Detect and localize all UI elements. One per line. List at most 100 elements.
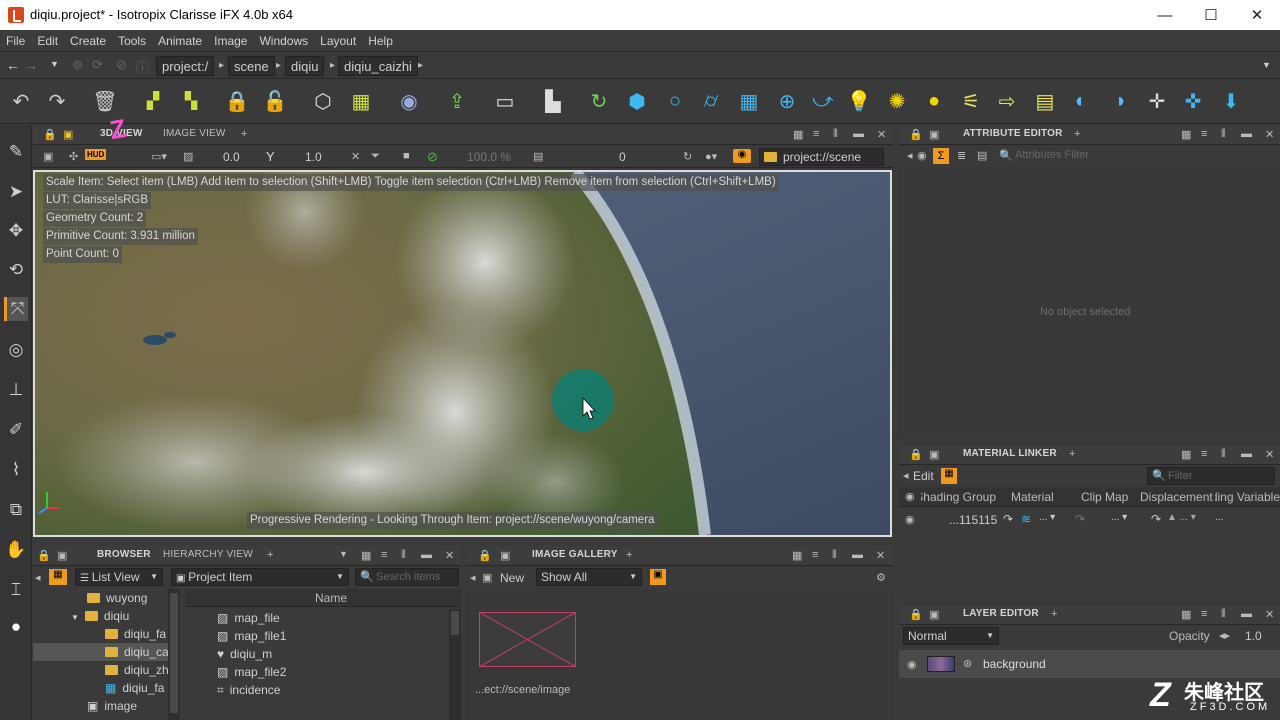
panel-menu-icon[interactable]: ▼: [339, 549, 348, 559]
edit-menu[interactable]: Edit: [913, 469, 934, 483]
sun-light-icon[interactable]: ✺: [884, 88, 910, 114]
close-panel-icon[interactable]: ✕: [877, 128, 886, 141]
layout-rows-icon[interactable]: ≡: [1201, 608, 1207, 620]
sphere-icon[interactable]: ⊕: [774, 88, 800, 114]
tree-item[interactable]: ▼ diqiu: [33, 607, 179, 625]
home-icon[interactable]: ⊘: [116, 57, 127, 73]
displacement-dropdown-icon[interactable]: ▲ ... ▾: [1167, 512, 1196, 523]
pen-tool-icon[interactable]: ✎: [4, 140, 28, 164]
opacity-value[interactable]: 1.0: [1245, 629, 1262, 643]
add-tab-icon[interactable]: +: [241, 128, 247, 140]
new-image-button[interactable]: New: [500, 571, 524, 585]
image-icon[interactable]: ▨: [183, 150, 193, 163]
path-dropdown-icon[interactable]: ▼: [1262, 60, 1271, 70]
list-item[interactable]: ▨ map_file1: [185, 627, 447, 645]
display-mode-icon[interactable]: ▭▾: [151, 150, 167, 163]
redo-icon[interactable]: ↷: [44, 88, 70, 114]
render-toggle-icon[interactable]: ⊘: [427, 149, 438, 165]
eye-toggle-icon[interactable]: ◉: [733, 149, 751, 163]
scale-tool-icon[interactable]: ⤧: [4, 297, 28, 321]
tree-item-selected[interactable]: diqiu_ca: [33, 643, 179, 661]
panel-pin-icon[interactable]: ▣: [57, 549, 67, 562]
frame-icon[interactable]: ✣: [69, 150, 78, 163]
menu-help[interactable]: Help: [368, 34, 393, 48]
filter-icon[interactable]: ⏷: [371, 150, 380, 163]
item-type-dropdown[interactable]: ▣ Project Item ▼: [171, 568, 349, 586]
panel-pin-icon[interactable]: ▣: [929, 608, 939, 621]
context-icon[interactable]: ▙: [540, 88, 566, 114]
layout-cols-icon[interactable]: ⦀: [832, 549, 837, 562]
environment-icon[interactable]: ◑: [1106, 88, 1132, 114]
attributes-filter-input[interactable]: Attributes Filter: [1015, 149, 1089, 161]
menu-tools[interactable]: Tools: [118, 34, 146, 48]
panel-lock-icon[interactable]: 🔒: [909, 608, 923, 621]
add-tab-icon[interactable]: +: [1074, 128, 1080, 140]
show-filter-dropdown[interactable]: Show All ▼: [536, 568, 642, 586]
refresh-icon[interactable]: ⟳: [92, 57, 103, 73]
stamp-tool-icon[interactable]: ⊥: [4, 378, 28, 402]
crumb-separator-icon[interactable]: ▸: [418, 56, 423, 76]
column-shading-group[interactable]: Shading Group: [921, 490, 996, 504]
search-items-input[interactable]: 🔍 Search items: [355, 568, 459, 586]
menu-layout[interactable]: Layout: [320, 34, 356, 48]
tree-scrollbar[interactable]: [168, 589, 180, 720]
crumb-project[interactable]: project:/: [156, 56, 215, 76]
light-bulb-icon[interactable]: 💡: [846, 88, 872, 114]
back-arrow-icon[interactable]: ←: [6, 57, 20, 73]
zoom-value[interactable]: 100.0 %: [467, 150, 511, 164]
layout-grid-icon[interactable]: ▦: [793, 128, 803, 141]
maximize-panel-icon[interactable]: ▬: [1241, 128, 1252, 140]
expand-icon[interactable]: ◂: [903, 469, 909, 482]
download-icon[interactable]: ⬇: [1218, 88, 1244, 114]
list-icon[interactable]: ≣: [957, 149, 966, 162]
add-tab-icon[interactable]: +: [267, 549, 273, 561]
menu-animate[interactable]: Animate: [158, 34, 202, 48]
list-item[interactable]: ▨ map_file: [185, 609, 447, 627]
sphere-light-icon[interactable]: ●: [921, 88, 947, 114]
crumb-scene[interactable]: scene: [228, 56, 275, 76]
lock-icon[interactable]: 🔒: [224, 88, 250, 114]
tree-item[interactable]: ▣ image: [33, 697, 179, 715]
panel-pin-icon[interactable]: ▣: [929, 128, 939, 141]
cube-icon[interactable]: ⬢: [624, 88, 650, 114]
close-panel-icon[interactable]: ✕: [1265, 608, 1274, 621]
maximize-panel-icon[interactable]: ▬: [853, 128, 864, 140]
view-mode-dropdown[interactable]: ☰ List View ▼: [75, 568, 163, 586]
forward-arrow-icon[interactable]: →: [24, 57, 38, 73]
image-thumbnail[interactable]: [479, 612, 576, 667]
history-dropdown-icon[interactable]: ▼: [50, 59, 59, 69]
panel-lock-icon[interactable]: 🔒: [909, 128, 923, 141]
panel-pin-icon[interactable]: ▣: [63, 128, 73, 141]
gallery-mode-icon[interactable]: ▣: [650, 569, 666, 585]
variable-dropdown-icon[interactable]: ...: [1215, 512, 1223, 523]
material-linker-title[interactable]: MATERIAL LINKER: [963, 448, 1057, 459]
column-clip-map[interactable]: Clip Map: [1081, 490, 1128, 504]
add-tab-icon[interactable]: +: [626, 549, 632, 561]
layout-rows-icon[interactable]: ≡: [1201, 448, 1207, 460]
panel-pin-icon[interactable]: ▣: [500, 549, 510, 562]
physical-sky-icon[interactable]: ◐: [1068, 88, 1094, 114]
layout-grid-icon[interactable]: ▦: [361, 549, 371, 562]
scrollbar-thumb[interactable]: [451, 611, 459, 635]
browser-mode-icon[interactable]: ▦: [49, 569, 67, 585]
visibility-icon[interactable]: ◉: [907, 658, 917, 671]
unlock-icon[interactable]: 🔓: [262, 88, 288, 114]
gamma-value[interactable]: 1.0: [305, 150, 322, 164]
add-locator-icon[interactable]: ✜: [1180, 88, 1206, 114]
column-shading-variable[interactable]: Shading Variable: [1215, 490, 1280, 504]
delete-icon[interactable]: 🗑: [92, 88, 118, 114]
area-light-icon[interactable]: ▤: [1032, 88, 1058, 114]
tree-item[interactable]: diqiu_fa: [33, 625, 179, 643]
material-linker-row[interactable]: ◉ ...115115 ↷ ≋ ... ▾ ↷ ... ▾ ↷ ▲ ... ▾ …: [899, 508, 1280, 530]
panel-lock-icon[interactable]: 🔒: [478, 549, 492, 562]
scene-path-dropdown[interactable]: project://scene: [759, 148, 884, 166]
tab-hierarchy-view[interactable]: HIERARCHY VIEW: [163, 549, 253, 560]
brush-tool-icon[interactable]: ⌇: [4, 458, 28, 482]
menu-create[interactable]: Create: [70, 34, 106, 48]
console-icon[interactable]: ▭: [492, 88, 518, 114]
path-icon[interactable]: ⤻: [810, 88, 836, 114]
rotate-tool-icon[interactable]: ⟲: [4, 258, 28, 282]
crumb-separator-icon[interactable]: ▸: [330, 56, 335, 76]
minimize-button[interactable]: —: [1142, 0, 1188, 30]
info-icon[interactable]: ⓘ: [136, 57, 149, 76]
